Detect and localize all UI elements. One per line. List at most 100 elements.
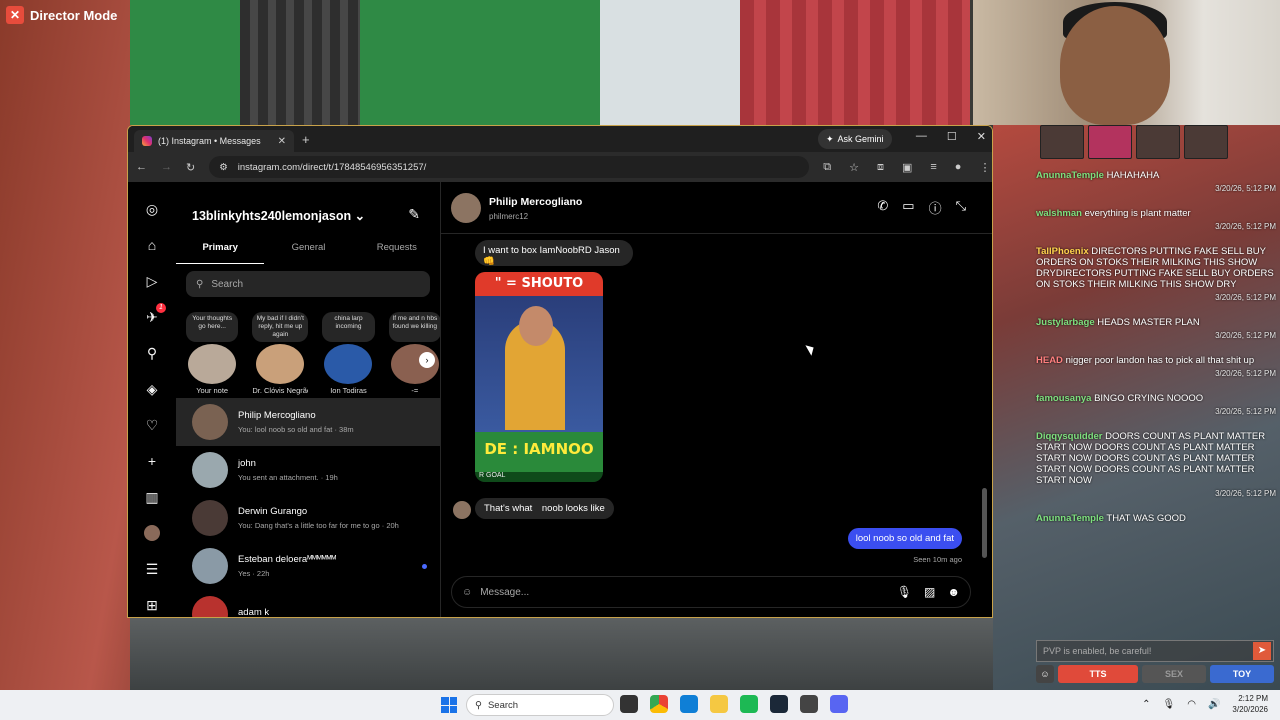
contact-name[interactable]: Philip Mercogliano xyxy=(489,196,582,208)
file-explorer-icon[interactable] xyxy=(710,695,728,713)
messages-icon[interactable]: ✈ 1 xyxy=(141,303,166,328)
edge-icon[interactable] xyxy=(680,695,698,713)
discord-icon[interactable] xyxy=(830,695,848,713)
video-call-icon[interactable]: ▭ xyxy=(902,198,914,217)
tab-general[interactable]: General xyxy=(264,236,352,264)
close-icon[interactable]: ✕ xyxy=(6,6,24,24)
install-icon[interactable]: ⧉ xyxy=(823,161,831,174)
director-mode-label: Director Mode xyxy=(30,7,118,23)
ask-gemini-button[interactable]: ✦ Ask Gemini xyxy=(818,129,892,149)
steam-icon[interactable] xyxy=(770,695,788,713)
back-icon[interactable]: ← xyxy=(136,161,147,173)
avatar xyxy=(256,344,305,384)
search-icon[interactable]: ⚲ xyxy=(141,342,163,364)
toolbar: ← → ↻ ⚙ instagram.com/direct/t/178485469… xyxy=(128,152,992,182)
sex-button[interactable]: SEX xyxy=(1142,665,1206,683)
video-thumbnail xyxy=(475,296,603,432)
search-input[interactable]: ⚲ Search xyxy=(186,271,430,297)
chrome-icon[interactable] xyxy=(650,695,668,713)
chat-message: HEAD nigger poor landon has to pick all … xyxy=(1036,355,1276,379)
obs-icon[interactable] xyxy=(800,695,818,713)
avatar xyxy=(453,501,471,519)
thread-item[interactable]: john You sent an attachment. · 19h xyxy=(176,446,441,494)
note-item[interactable]: china larp incoming Ion Todiras xyxy=(322,312,375,398)
sticker-icon[interactable]: ☻ xyxy=(947,585,960,599)
conversation-header: Philip Mercogliano philmerc12 ✆ ▭ ⓘ ⤡ xyxy=(441,182,992,234)
instagram-logo-icon[interactable]: ◎ xyxy=(141,198,163,220)
compose-icon[interactable]: ✎ xyxy=(408,206,420,223)
media-icon[interactable]: ≡ xyxy=(930,161,936,174)
terminal-icon[interactable] xyxy=(620,695,638,713)
scrollbar[interactable] xyxy=(980,238,988,568)
tab-instagram[interactable]: (1) Instagram • Messages ✕ xyxy=(134,130,294,152)
close-tab-icon[interactable]: ✕ xyxy=(278,136,286,147)
microphone-icon[interactable]: 🎙 xyxy=(1163,699,1176,710)
tts-button[interactable]: TTS xyxy=(1058,665,1138,683)
message-placeholder: Message... xyxy=(480,586,530,598)
next-arrow-icon[interactable]: › xyxy=(419,352,435,368)
info-icon[interactable]: ⓘ xyxy=(929,198,942,217)
maximize-icon[interactable]: ☐ xyxy=(947,130,957,143)
profile-avatar[interactable] xyxy=(141,522,163,544)
video-caption-bottom: DE : IAMNOO xyxy=(475,432,603,472)
site-info-icon[interactable]: ⚙ xyxy=(219,162,228,173)
send-icon[interactable]: ➤ xyxy=(1253,642,1271,660)
thread-preview: You: Dang that's a little too far for me… xyxy=(238,521,399,530)
thread-item[interactable]: Derwin Gurango You: Dang that's a little … xyxy=(176,494,441,542)
account-switcher[interactable]: 13blinkyhts240lemonjason ⌄ xyxy=(192,208,365,223)
inbox-tabs: Primary General Requests xyxy=(176,236,441,264)
extensions-icon[interactable]: ⧈ xyxy=(877,161,884,174)
thread-item[interactable]: Philip Mercogliano You: lool noob so old … xyxy=(176,398,441,446)
message-received: That's what⠀ noob looks like xyxy=(475,498,614,519)
tab-primary[interactable]: Primary xyxy=(176,236,265,264)
note-bubble: My bad if I didn't reply, hit me up agai… xyxy=(252,312,309,342)
profile-icon[interactable]: ● xyxy=(955,161,962,174)
microphone-icon[interactable]: 🎙 xyxy=(897,585,912,599)
more-menu-icon[interactable]: ☰ xyxy=(141,558,163,580)
phone-icon[interactable]: ✆ xyxy=(877,198,888,217)
emoji-icon[interactable]: ☺ xyxy=(1036,665,1054,683)
stream-chat: AnunnaTemple HAHAHAHA 3/20/26, 5:12 PM wal… xyxy=(1036,170,1276,630)
minimize-icon[interactable]: — xyxy=(916,130,927,143)
close-window-icon[interactable]: ✕ xyxy=(977,130,986,143)
explore-icon[interactable]: ◈ xyxy=(141,378,163,400)
toy-button[interactable]: TOY xyxy=(1210,665,1274,683)
windows-start-icon[interactable] xyxy=(441,697,457,713)
notifications-heart-icon[interactable]: ♡ xyxy=(141,414,163,436)
create-icon[interactable]: + xyxy=(141,450,163,472)
thread-item[interactable]: Esteban deloeraᴹᴹᴹᴹᴹᴹ Yes · 22h xyxy=(176,542,441,590)
reels-icon[interactable]: ▷ xyxy=(141,270,163,292)
taskbar-search[interactable]: ⚲ Search xyxy=(466,694,614,716)
thread-item[interactable]: adam k xyxy=(176,590,441,617)
emoji-icon[interactable]: ☺ xyxy=(462,587,472,598)
avatar[interactable] xyxy=(451,193,481,223)
unread-dot-icon xyxy=(422,563,427,569)
sidepanel-icon[interactable]: ▣ xyxy=(902,161,912,174)
dashboard-icon[interactable]: ▥ xyxy=(141,486,163,508)
image-icon[interactable]: ▨ xyxy=(924,585,935,599)
collapse-icon[interactable]: ⤡ xyxy=(956,198,966,217)
volume-icon[interactable]: 🔊 xyxy=(1208,699,1220,710)
bookmark-star-icon[interactable]: ☆ xyxy=(849,161,859,174)
thread-list: Philip Mercogliano You: lool noob so old … xyxy=(176,398,441,617)
address-bar[interactable]: ⚙ instagram.com/direct/t/178485469563512… xyxy=(209,156,810,178)
apps-icon[interactable]: ⊞ xyxy=(141,594,163,616)
note-bubble: If me and n hbs found we killing xyxy=(388,312,441,342)
note-item[interactable]: My bad if I didn't reply, hit me up agai… xyxy=(252,312,309,398)
forward-icon[interactable]: → xyxy=(161,161,172,173)
shared-video[interactable]: " = SHOUTO DE : IAMNOO R GOAL xyxy=(475,272,603,482)
wifi-icon[interactable]: ◠ xyxy=(1187,699,1196,710)
home-icon[interactable]: ⌂ xyxy=(141,234,163,256)
message-input[interactable]: ☺ Message... 🎙 ▨ ☻ xyxy=(451,576,971,608)
chat-input[interactable]: PVP is enabled, be careful! ➤ xyxy=(1036,640,1274,662)
chevron-up-icon[interactable]: ⌃ xyxy=(1142,699,1150,710)
note-item[interactable]: Your thoughts go here... Your note xyxy=(186,312,239,398)
reload-icon[interactable]: ↻ xyxy=(186,161,195,174)
clock[interactable]: 2:12 PM 3/20/2026 xyxy=(1232,693,1268,715)
tab-requests[interactable]: Requests xyxy=(353,236,441,264)
spotify-icon[interactable] xyxy=(740,695,758,713)
avatar xyxy=(1184,125,1228,159)
chat-timestamp: 3/20/26, 5:12 PM xyxy=(1215,331,1276,340)
menu-icon[interactable]: ⋮ xyxy=(979,161,990,174)
new-tab-icon[interactable]: + xyxy=(302,132,310,147)
